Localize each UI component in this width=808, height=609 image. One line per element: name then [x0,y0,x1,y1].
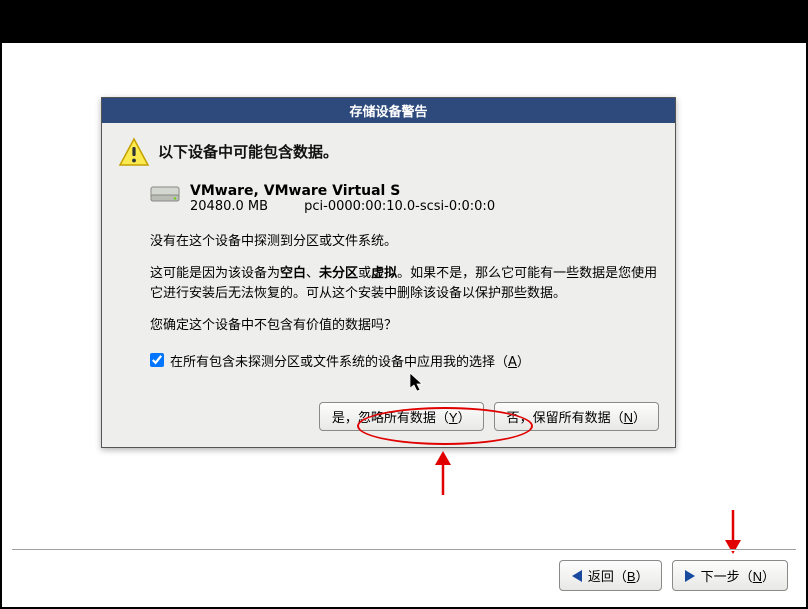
dialog-body: 以下设备中可能包含数据。 VMware, VMware Virtual S 20… [102,123,675,384]
device-details: 20480.0 MB pci-0000:00:10.0-scsi-0:0:0:0 [190,199,495,214]
device-path: pci-0000:00:10.0-scsi-0:0:0:0 [304,199,495,214]
device-size: 20480.0 MB [190,199,300,214]
apply-all-checkbox[interactable] [150,353,164,367]
warning-heading: 以下设备中可能包含数据。 [158,137,338,162]
warning-icon [118,137,150,169]
no-keep-data-button[interactable]: 否，保留所有数据（N） [494,402,659,431]
dialog-button-row: 是，忽略所有数据（Y） 否，保留所有数据（N） [102,384,675,447]
harddisk-icon [150,183,180,207]
back-button[interactable]: 返回（B） [559,560,662,591]
message-paragraph-3: 您确定这个设备中不包含有价值的数据吗？ [150,316,659,336]
device-row: VMware, VMware Virtual S 20480.0 MB pci-… [150,183,659,214]
message-paragraph-2: 这可能是因为该设备为空白、未分区或虚拟。如果不是，那么它可能有一些数据是您使用它… [150,264,659,304]
dialog-message: 没有在这个设备中探测到分区或文件系统。 这可能是因为该设备为空白、未分区或虚拟。… [150,232,659,337]
next-button-label: 下一步（N） [701,566,775,585]
apply-all-checkbox-row: 在所有包含未探测分区或文件系统的设备中应用我的选择（A） [150,351,659,370]
device-name: VMware, VMware Virtual S [190,183,495,199]
arrow-left-icon [572,570,582,582]
warning-header-row: 以下设备中可能包含数据。 [118,137,659,169]
arrow-right-icon [685,570,695,582]
back-button-label: 返回（B） [588,566,649,585]
device-info: VMware, VMware Virtual S 20480.0 MB pci-… [190,183,495,214]
bottom-nav: 返回（B） 下一步（N） [559,560,788,591]
next-button[interactable]: 下一步（N） [672,560,788,591]
annotation-arrow-up-1 [430,451,456,497]
yes-discard-data-button[interactable]: 是，忽略所有数据（Y） [319,402,484,431]
bottom-separator [12,549,796,550]
apply-all-label: 在所有包含未探测分区或文件系统的设备中应用我的选择（A） [170,351,530,370]
dialog-title: 存储设备警告 [102,98,675,123]
installer-header-bar [2,2,806,43]
message-paragraph-1: 没有在这个设备中探测到分区或文件系统。 [150,232,659,252]
storage-device-warning-dialog: 存储设备警告 以下设备中可能包含数据。 VMware, V [101,97,676,448]
